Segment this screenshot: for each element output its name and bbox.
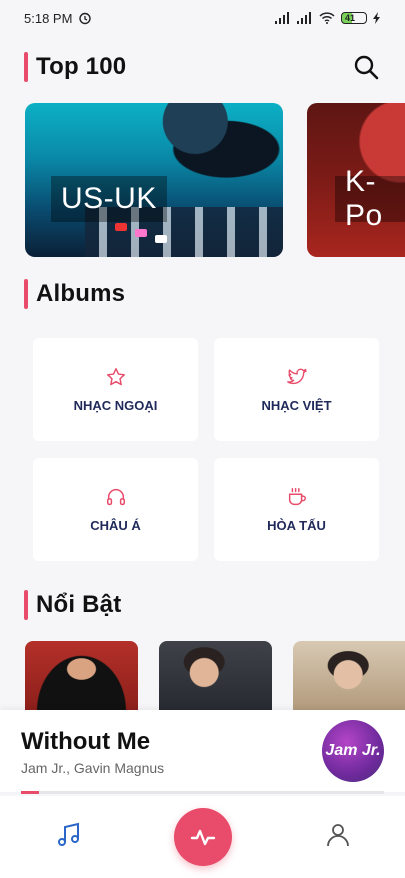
top100-card-label: K-Po bbox=[335, 165, 405, 232]
signal-icon bbox=[275, 12, 289, 24]
star-icon bbox=[106, 368, 125, 386]
status-right: 41 bbox=[275, 12, 381, 24]
status-bar: 5:18 PM 41 bbox=[0, 0, 405, 36]
now-playing-cover[interactable]: Jam Jr. bbox=[322, 720, 384, 782]
featured-card[interactable] bbox=[25, 641, 138, 711]
mixer-button bbox=[115, 223, 127, 231]
user-icon[interactable] bbox=[323, 820, 353, 850]
section-accent-bar bbox=[24, 590, 28, 620]
playback-progress-fill bbox=[21, 791, 40, 794]
section-title-featured: Nổi Bật bbox=[36, 591, 122, 618]
charging-bolt-icon bbox=[373, 12, 380, 24]
album-label: CHÂU Á bbox=[90, 518, 141, 533]
cover-logo-text: Jam Jr. bbox=[325, 742, 381, 759]
status-time: 5:18 PM bbox=[24, 10, 73, 26]
section-accent-bar bbox=[24, 279, 28, 309]
now-playing-title: Without Me bbox=[21, 728, 151, 755]
featured-card[interactable] bbox=[293, 641, 405, 711]
coffee-cup-icon bbox=[288, 488, 306, 506]
bottom-nav bbox=[0, 796, 405, 878]
featured-header: Nổi Bật bbox=[24, 590, 121, 620]
top100-header: Top 100 bbox=[24, 52, 126, 82]
album-label: NHẠC NGOẠI bbox=[73, 398, 158, 413]
album-tile-nhac-viet[interactable]: NHẠC VIỆT bbox=[214, 338, 379, 441]
alarm-icon bbox=[79, 12, 92, 25]
albums-header: Albums bbox=[24, 279, 125, 309]
mixer-button bbox=[155, 235, 167, 243]
album-tile-hoa-tau[interactable]: HÒA TẤU bbox=[214, 458, 379, 561]
status-left: 5:18 PM bbox=[24, 11, 92, 26]
battery-indicator: 41 bbox=[341, 12, 367, 24]
playback-progress[interactable] bbox=[21, 791, 384, 794]
section-title-top100: Top 100 bbox=[36, 53, 127, 80]
headphones-icon bbox=[106, 489, 125, 506]
now-playing-bar[interactable]: Without Me Jam Jr., Gavin Magnus Jam Jr. bbox=[0, 710, 405, 792]
twitter-bird-icon bbox=[286, 368, 307, 385]
mixer-button bbox=[135, 229, 147, 237]
section-title-albums: Albums bbox=[36, 280, 126, 307]
top100-card-label: US-UK bbox=[51, 176, 167, 222]
activity-button[interactable] bbox=[174, 808, 232, 866]
activity-pulse-icon bbox=[190, 829, 216, 846]
section-accent-bar bbox=[24, 52, 28, 82]
wifi-icon bbox=[319, 12, 335, 24]
album-tile-chau-a[interactable]: CHÂU Á bbox=[33, 458, 198, 561]
now-playing-artist: Jam Jr., Gavin Magnus bbox=[21, 760, 165, 776]
featured-card[interactable] bbox=[159, 641, 272, 711]
search-icon[interactable] bbox=[353, 54, 379, 80]
album-label: NHẠC VIỆT bbox=[261, 398, 332, 413]
signal-icon bbox=[297, 12, 311, 24]
music-note-icon[interactable] bbox=[54, 820, 84, 850]
album-tile-nhac-ngoai[interactable]: NHẠC NGOẠI bbox=[33, 338, 198, 441]
album-label: HÒA TẤU bbox=[267, 518, 326, 533]
